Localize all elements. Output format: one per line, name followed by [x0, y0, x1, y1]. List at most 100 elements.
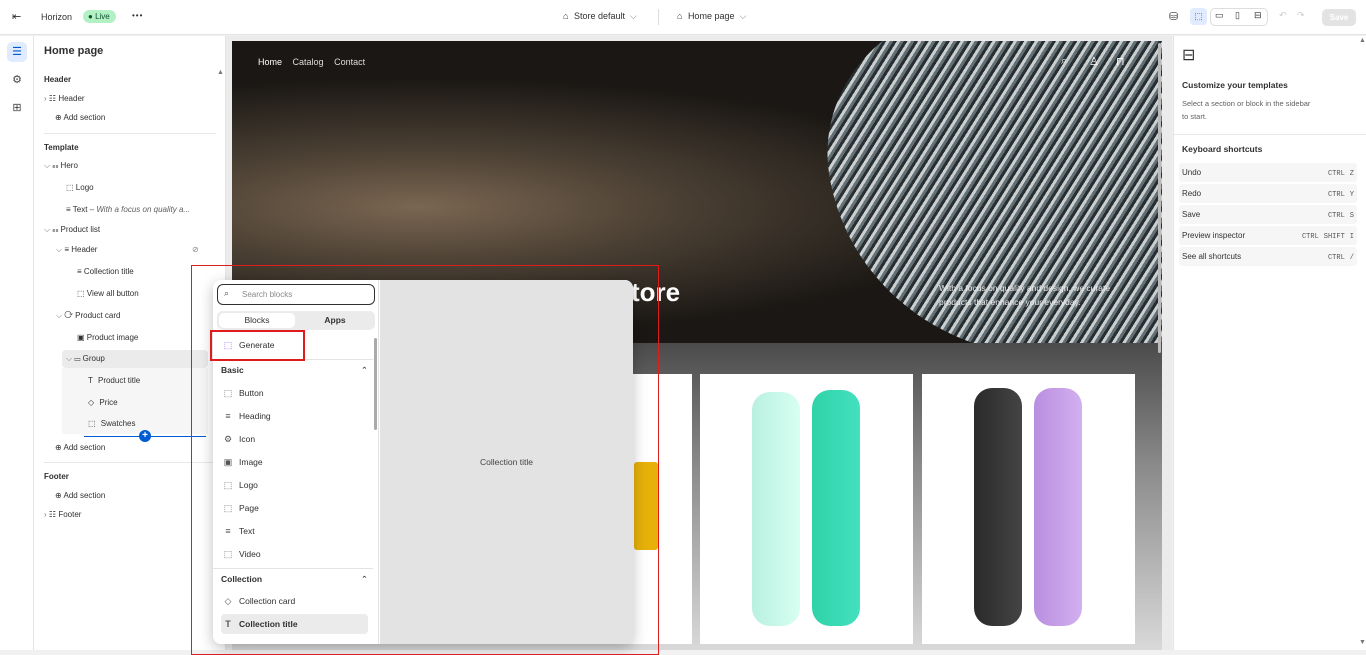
cart-icon[interactable]: ⊓ [1116, 55, 1125, 68]
home-icon: ⌂ [677, 11, 685, 21]
inspector-toggle-button[interactable]: ⬚ [1190, 8, 1207, 25]
shortcut-save: Save CTRL S [1179, 205, 1357, 224]
text-block-icon: ≡ [66, 205, 71, 214]
snowboard-mint-image [752, 392, 800, 626]
left-rail: ☰ ⚙ ⊞ [0, 36, 34, 650]
divider [44, 133, 216, 134]
snowboard-black-image [974, 388, 1022, 626]
nav-home[interactable]: Home [258, 57, 282, 67]
fullscreen-icon[interactable]: ⊟ [1254, 10, 1262, 21]
heading-icon: ≡ [77, 267, 82, 276]
logo-block-icon: ⬚ [66, 183, 74, 192]
template-icon: ⊟ [1182, 47, 1196, 64]
settings-icon[interactable]: ⚙ [7, 70, 27, 90]
chevron-down-icon: ⌵ [56, 311, 63, 320]
tree-item-product-title[interactable]: T Product title [88, 372, 140, 390]
header-group-title: Header [44, 75, 72, 84]
chevron-down-icon: ⌵ [56, 245, 63, 254]
section-icon: ☷ [52, 161, 59, 170]
chevron-down-icon: ⌵ [629, 11, 637, 21]
header-block-icon: ≡ [64, 245, 69, 254]
scroll-down-icon[interactable]: ▼ [1359, 639, 1366, 646]
apps-icon[interactable]: ⊞ [7, 98, 27, 118]
store-preview-icon[interactable]: ⛁ [1169, 10, 1178, 23]
account-icon[interactable]: ♙ [1089, 55, 1099, 68]
tree-item-product-image[interactable]: ▣ Product image [77, 329, 138, 347]
chevron-right-icon: › [44, 94, 47, 103]
page-selector[interactable]: ⌂ Home page ⌵ [677, 11, 746, 22]
store-selector[interactable]: ⌂ Store default ⌵ [563, 11, 637, 22]
shortcuts-title: Keyboard shortcuts [1182, 144, 1263, 154]
hidden-eye-icon[interactable]: ⊘ [192, 241, 199, 259]
undo-icon[interactable]: ↶ [1279, 10, 1287, 21]
swatches-icon: ⬚ [88, 419, 96, 428]
shortcut-preview-inspector: Preview inspector CTRL SHIFT I [1179, 226, 1357, 245]
nav-contact[interactable]: Contact [334, 57, 365, 67]
desktop-icon[interactable]: ▭ [1215, 10, 1224, 21]
folder-icon: ▭ [74, 354, 81, 363]
divider [658, 9, 659, 25]
footer-group-title: Footer [44, 472, 69, 481]
add-section-header[interactable]: ⊕ Add section [55, 109, 105, 127]
footer-section-icon: ☷ [48, 510, 57, 519]
divider [1174, 134, 1366, 135]
mobile-icon[interactable]: ▯ [1235, 10, 1240, 21]
redo-icon[interactable]: ↷ [1297, 10, 1305, 21]
plus-circle-icon: ⊕ [55, 443, 62, 452]
store-icon: ⌂ [563, 11, 571, 21]
tree-item-price[interactable]: ◇ Price [88, 394, 118, 412]
tree-item-header[interactable]: › ☷ Header [44, 90, 85, 108]
preview-scrollbar[interactable] [1158, 43, 1161, 353]
save-button[interactable]: Save [1322, 9, 1356, 26]
store-nav: Home Catalog Contact [258, 57, 365, 67]
store-name: Horizon [41, 12, 73, 22]
add-section-footer[interactable]: ⊕ Add section [55, 487, 105, 505]
hero-text: With a focus on quality and design, we c… [939, 283, 1111, 307]
live-badge: ● Live [83, 10, 116, 23]
tree-item-footer[interactable]: › ☷ Footer [44, 506, 81, 524]
chevron-right-icon: › [44, 510, 47, 519]
tree-item-collection-title[interactable]: ≡ Collection title [77, 263, 134, 281]
tree-item-swatches[interactable]: ⬚ Swatches [88, 415, 135, 433]
template-group-title: Template [44, 143, 79, 152]
snowboard-purple-image [1034, 388, 1082, 626]
shortcut-see-all[interactable]: See all shortcuts CTRL / [1179, 247, 1357, 266]
inspector-title: Customize your templates [1182, 80, 1288, 90]
insert-plus-button[interactable]: + [139, 430, 151, 442]
tree-item-hero[interactable]: ⌵ ☷ Hero [44, 157, 78, 175]
product-card[interactable] [700, 374, 913, 644]
inspector-panel: ⊟ Customize your templates Select a sect… [1173, 36, 1366, 650]
chevron-down-icon: ⌵ [44, 225, 51, 234]
tree-item-view-all-button[interactable]: ⬚ View all button [77, 285, 139, 303]
search-icon[interactable]: ⌕ [1061, 55, 1067, 68]
tree-item-product-list[interactable]: ⌵ ☷ Product list [44, 221, 100, 239]
add-section-template[interactable]: ⊕ Add section [55, 439, 105, 457]
tree-item-logo[interactable]: ⬚ Logo [66, 179, 94, 197]
plus-circle-icon: ⊕ [55, 113, 62, 122]
nav-catalog[interactable]: Catalog [293, 57, 324, 67]
snowboard-teal-image [812, 390, 860, 626]
highlight-box-generate [210, 330, 305, 361]
tree-item-product-card[interactable]: ⌵ ⟳ Product card [56, 307, 120, 325]
page-title: Home page [44, 45, 104, 57]
chevron-down-icon: ⌵ [44, 161, 51, 170]
sections-icon[interactable]: ☰ [7, 42, 27, 62]
header-section-icon: ☷ [48, 94, 57, 103]
button-icon: ⬚ [77, 289, 85, 298]
tree-item-text[interactable]: ≡ Text – With a focus on quality a... [66, 201, 190, 219]
section-icon: ☷ [52, 225, 59, 234]
image-icon: ▣ [77, 333, 85, 342]
inspector-subtitle: Select a section or block in the sidebar… [1182, 99, 1311, 121]
tree-item-group[interactable]: ⌵ ▭ Group [66, 350, 105, 368]
more-actions-button[interactable]: ••• [132, 11, 143, 20]
highlight-box-popup [191, 265, 659, 655]
title-icon: T [88, 376, 93, 385]
exit-icon[interactable]: ⇤ [12, 10, 21, 23]
shortcut-undo: Undo CTRL Z [1179, 163, 1357, 182]
shortcut-redo: Redo CTRL Y [1179, 184, 1357, 203]
top-bar: ⇤ Horizon ● Live ••• ⌂ Store default ⌵ ⌂ … [0, 0, 1366, 35]
scroll-up-icon[interactable]: ▲ [217, 69, 224, 76]
scroll-up-icon[interactable]: ▲ [1359, 37, 1366, 44]
product-card[interactable] [922, 374, 1135, 644]
tree-item-pl-header[interactable]: ⌵ ≡ Header ⊘ [56, 241, 206, 259]
